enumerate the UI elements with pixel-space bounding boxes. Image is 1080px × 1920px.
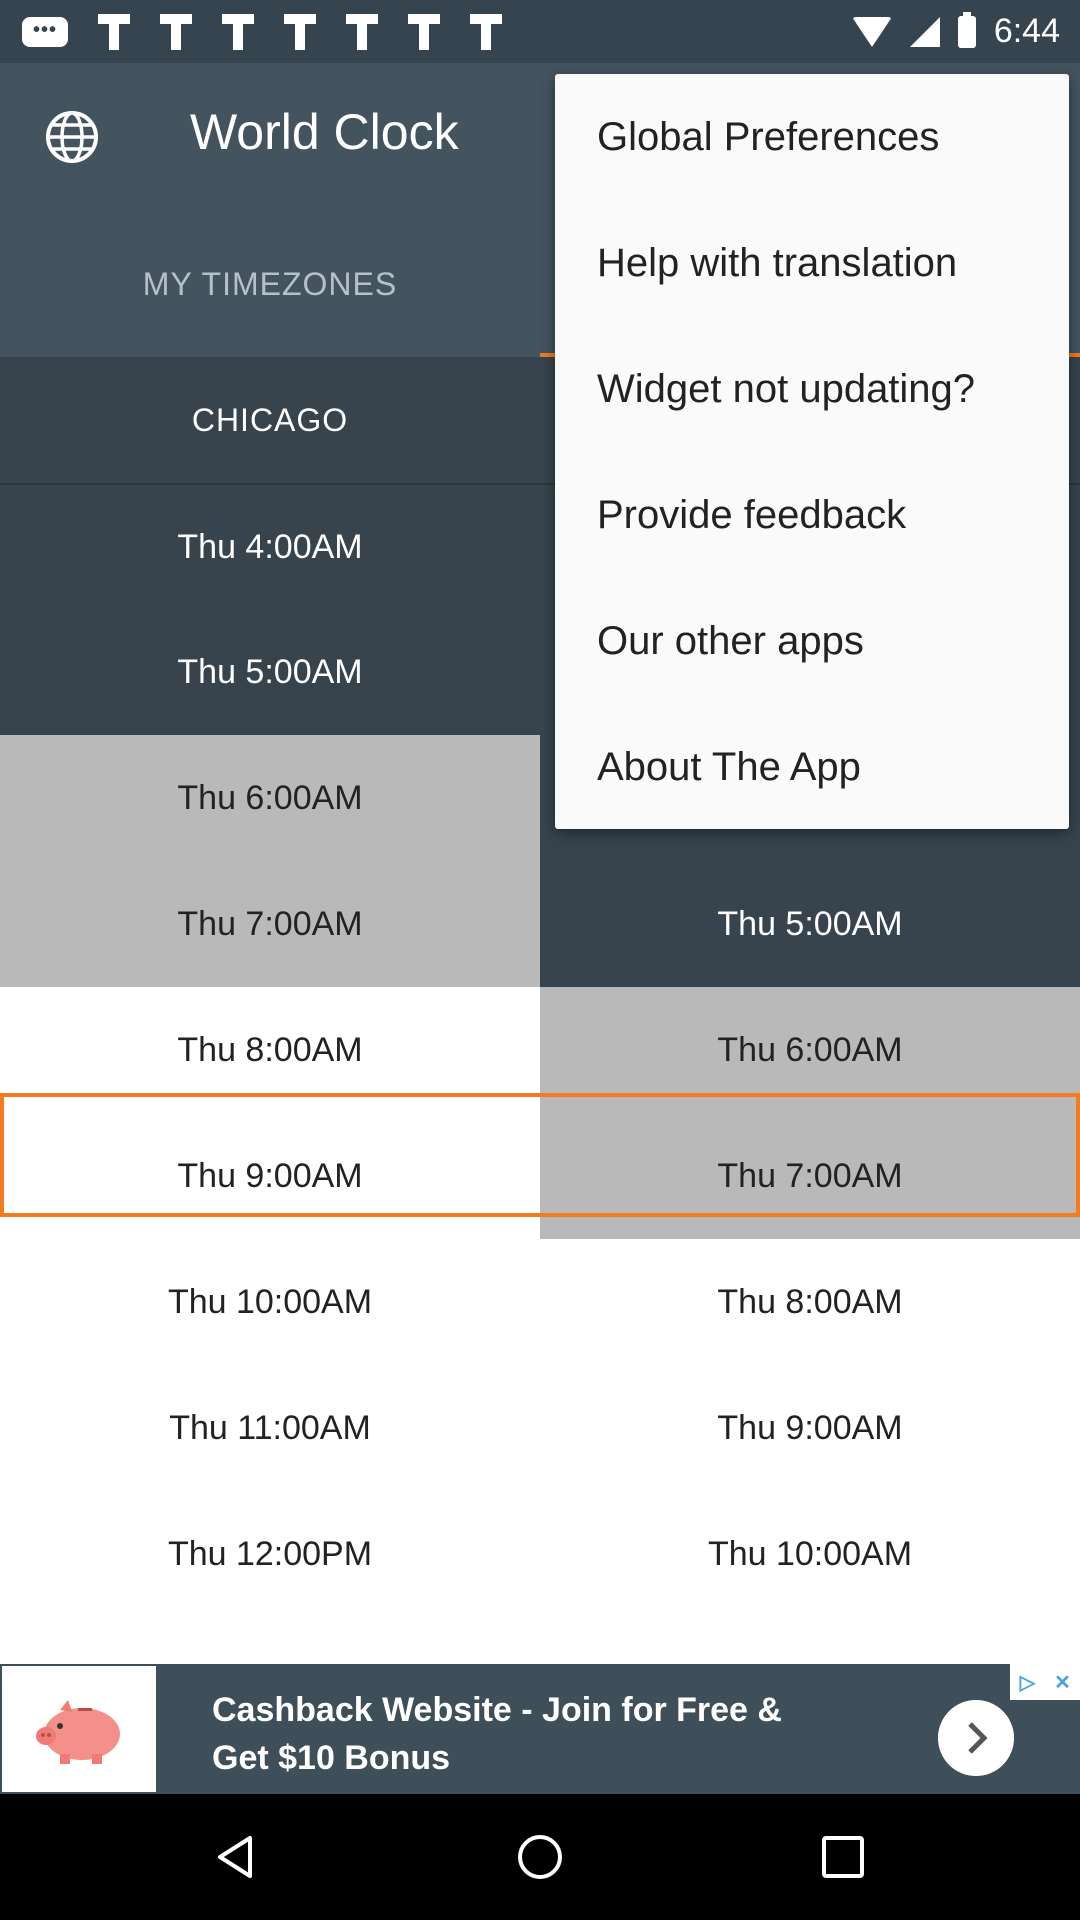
menu-item-about[interactable]: About The App: [555, 704, 1069, 830]
menu-item-widget-not-updating[interactable]: Widget not updating?: [555, 326, 1069, 452]
ad-image[interactable]: [2, 1666, 156, 1792]
status-time: 6:44: [993, 12, 1060, 50]
close-icon[interactable]: ✕: [1045, 1664, 1080, 1700]
menu-item-help-translation[interactable]: Help with translation: [555, 200, 1069, 326]
time-cell[interactable]: Thu 5:00AM: [540, 861, 1080, 987]
city-header[interactable]: CHICAGO: [0, 357, 540, 483]
recents-icon[interactable]: [818, 1832, 868, 1882]
flipboard-icon: [160, 13, 192, 50]
time-cell[interactable]: Thu 5:00AM: [0, 609, 540, 735]
flipboard-icon: [346, 13, 378, 50]
status-bar: 6:44: [0, 0, 1080, 63]
flipboard-icon: [470, 13, 502, 50]
battery-icon: [957, 11, 976, 48]
time-cell[interactable]: Thu 10:00AM: [0, 1239, 540, 1365]
time-cell[interactable]: Thu 12:00PM: [0, 1491, 540, 1617]
flipboard-icon: [408, 13, 440, 50]
home-icon[interactable]: [515, 1832, 565, 1882]
time-cell[interactable]: Thu 8:00AM: [0, 987, 540, 1113]
signal-icon: [909, 16, 940, 47]
flipboard-icon: [98, 13, 130, 50]
time-cell[interactable]: Thu 6:00AM: [0, 735, 540, 861]
time-cell[interactable]: Thu 6:00AM: [540, 987, 1080, 1113]
wifi-icon: [851, 16, 892, 47]
navigation-bar: [0, 1794, 1080, 1920]
piggy-bank-icon: [36, 1700, 120, 1764]
time-cell[interactable]: Thu 7:00AM: [0, 861, 540, 987]
time-cell[interactable]: Thu 11:00AM: [0, 1365, 540, 1491]
ad-text-line2: Get $10 Bonus: [212, 1739, 451, 1777]
time-cell[interactable]: Thu 9:00AM: [540, 1365, 1080, 1491]
ad-choices[interactable]: ▷ ✕: [1010, 1664, 1080, 1700]
ad-choices-icon[interactable]: ▷: [1010, 1664, 1045, 1700]
flipboard-icon: [222, 13, 254, 50]
app-title: World Clock: [190, 104, 459, 160]
tab-my-timezones[interactable]: MY TIMEZONES: [0, 211, 540, 357]
timezone-column-chicago: CHICAGO Thu 4:00AM Thu 5:00AM Thu 6:00AM…: [0, 357, 540, 1617]
time-cell[interactable]: Thu 7:00AM: [540, 1113, 1080, 1239]
menu-item-provide-feedback[interactable]: Provide feedback: [555, 452, 1069, 578]
back-icon[interactable]: [212, 1832, 262, 1882]
time-cell[interactable]: Thu 10:00AM: [540, 1491, 1080, 1617]
message-icon: [22, 16, 68, 47]
ad-banner[interactable]: Cashback Website - Join for Free & Get $…: [0, 1664, 1080, 1794]
system-icons: 6:44: [851, 0, 1060, 63]
ad-text-line1: Cashback Website - Join for Free &: [212, 1691, 782, 1729]
menu-item-global-preferences[interactable]: Global Preferences: [555, 74, 1069, 200]
flipboard-icon: [284, 13, 316, 50]
chevron-right-icon[interactable]: [938, 1700, 1014, 1776]
time-cell[interactable]: Thu 4:00AM: [0, 483, 540, 609]
menu-item-other-apps[interactable]: Our other apps: [555, 578, 1069, 704]
time-cell[interactable]: Thu 9:00AM: [0, 1113, 540, 1239]
time-cell[interactable]: Thu 8:00AM: [540, 1239, 1080, 1365]
notification-icons: [22, 0, 502, 63]
ad-text[interactable]: Cashback Website - Join for Free & Get $…: [212, 1686, 912, 1782]
overflow-menu: Global Preferences Help with translation…: [555, 74, 1069, 829]
globe-icon[interactable]: [44, 109, 100, 165]
